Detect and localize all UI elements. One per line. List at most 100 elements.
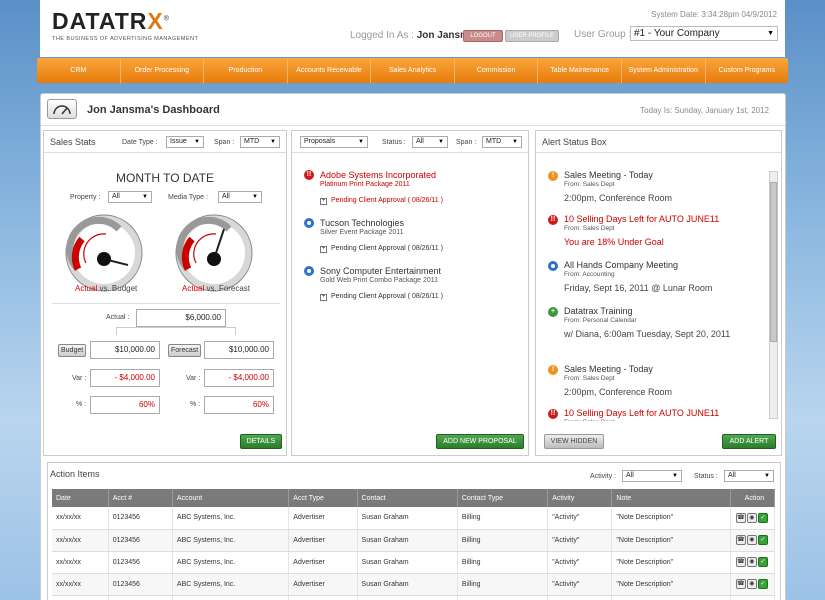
activity-select[interactable]: All ▼: [622, 470, 682, 482]
proposals-filter-select[interactable]: Proposals ▼: [300, 136, 368, 148]
details-button[interactable]: DETAILS: [240, 434, 282, 449]
chevron-down-icon: ▼: [438, 139, 444, 145]
table-row[interactable]: xx/xx/xx0123456ABC Systems, Inc.Advertis…: [52, 573, 776, 596]
span-select[interactable]: MTD ▼: [240, 136, 280, 148]
status-select[interactable]: All ▼: [412, 136, 448, 148]
action-items-panel: Action Items Activity : All ▼ Status : Al…: [47, 462, 781, 600]
phone-icon[interactable]: ☎: [735, 512, 746, 523]
table-cell: ABC Systems, Inc.: [172, 573, 290, 596]
budget-gauge: [65, 214, 143, 292]
alert-title[interactable]: 10 Selling Days Left for AUTO JUNE11: [564, 408, 719, 418]
forecast-field[interactable]: $10,000.00: [204, 341, 274, 359]
alert-title[interactable]: Datatrax Training: [564, 306, 633, 316]
table-row[interactable]: xx/xx/xx0123456ABC Systems, Inc.Advertis…: [52, 507, 776, 530]
nav-item-system-administration[interactable]: System Administration: [622, 58, 706, 83]
date-type-select[interactable]: Issue ▼: [166, 136, 204, 148]
alert-from: From: Accounting: [564, 271, 615, 278]
checkmark-icon[interactable]: ✓: [757, 535, 768, 545]
budget-button[interactable]: Budget: [58, 344, 87, 357]
table-row[interactable]: xx/xx/xx0123456ABC Systems, Inc.Advertis…: [52, 551, 776, 574]
table-cell: Billing: [457, 507, 549, 530]
alert-from: From: Personal Calendar: [564, 317, 637, 324]
checkmark-icon[interactable]: ✓: [757, 557, 768, 567]
expand-icon[interactable]: +: [320, 246, 327, 253]
alerts-scrollbar[interactable]: [769, 171, 778, 419]
status-select[interactable]: All ▼: [724, 470, 774, 482]
table-cell: ABC Systems, Inc.: [172, 507, 290, 530]
alert-title[interactable]: All Hands Company Meeting: [564, 260, 678, 270]
column-header-acct-[interactable]: Acct #: [108, 489, 173, 507]
user-group-select[interactable]: #1 - Your Company ▼: [630, 26, 778, 41]
var-budget-field[interactable]: - $4,000.00: [90, 369, 160, 387]
logo-text-left: DATATR: [52, 8, 148, 34]
alert-from: From: Sales Dept: [564, 419, 615, 421]
table-cell: xx/xx/xx: [52, 529, 109, 552]
nav-item-order-processing[interactable]: Order Processing: [121, 58, 205, 83]
proposal-company[interactable]: Tucson Technologies: [320, 218, 404, 228]
table-cell: Susan Graham: [357, 595, 458, 600]
column-header-action[interactable]: Action: [730, 489, 776, 507]
pct-forecast-field[interactable]: 60%: [204, 396, 274, 414]
user-profile-button[interactable]: USER PROFILE: [505, 30, 559, 42]
alert-title[interactable]: Sales Meeting - Today: [564, 364, 653, 374]
nav-item-production[interactable]: Production: [204, 58, 288, 83]
alert-title[interactable]: Sales Meeting - Today: [564, 170, 653, 180]
alert-from: From: Sales Dept: [564, 375, 615, 382]
pct-budget-field[interactable]: 60%: [90, 396, 160, 414]
var-forecast-field[interactable]: - $4,000.00: [204, 369, 274, 387]
proposal-package: Platinum Print Package 2011: [320, 181, 410, 188]
nav-item-crm[interactable]: CRM: [37, 58, 121, 83]
speedometer-icon[interactable]: [47, 99, 77, 119]
table-row[interactable]: xx/xx/xx0123456ABC Systems, Inc.Advertis…: [52, 529, 776, 552]
proposal-company[interactable]: Adobe Systems Incorporated: [320, 170, 436, 180]
column-header-activity[interactable]: Activity: [547, 489, 613, 507]
nav-item-accounts-receivable[interactable]: Accounts Receivable: [288, 58, 372, 83]
checkmark-icon[interactable]: ✓: [757, 512, 768, 523]
alert-title[interactable]: 10 Selling Days Left for AUTO JUNE11: [564, 214, 719, 224]
nav-item-commission[interactable]: Commission: [455, 58, 539, 83]
forecast-button[interactable]: Forecast: [168, 344, 202, 357]
table-row[interactable]: xx/xx/xx0123456ABC Systems, Inc.Advertis…: [52, 595, 776, 600]
chevron-down-icon: ▼: [767, 30, 774, 37]
table-cell: Billing: [457, 595, 549, 600]
proposal-company[interactable]: Sony Computer Entertainment: [320, 266, 441, 276]
nav-item-sales-analytics[interactable]: Sales Analytics: [371, 58, 455, 83]
actual-field[interactable]: $6,000.00: [136, 309, 226, 327]
column-header-account[interactable]: Account: [172, 489, 290, 507]
column-header-date[interactable]: Date: [52, 489, 109, 507]
proposal-package: Silver Event Package 2011: [320, 229, 404, 236]
column-header-contact[interactable]: Contact: [357, 489, 458, 507]
table-cell: ABC Systems, Inc.: [172, 595, 290, 600]
nav-item-custom-programs[interactable]: Custom Programs: [706, 58, 789, 83]
phone-icon[interactable]: ☎: [735, 557, 746, 567]
span-select[interactable]: MTD ▼: [482, 136, 522, 148]
logo-tagline: THE BUSINESS OF ADVERTISING MANAGEMENT: [52, 36, 199, 42]
expand-icon[interactable]: +: [320, 294, 327, 301]
add-new-proposal-button[interactable]: ADD NEW PROPOSAL: [436, 434, 524, 449]
view-icon[interactable]: ◉: [746, 579, 757, 589]
expand-icon[interactable]: +: [320, 198, 327, 205]
phone-icon[interactable]: ☎: [735, 579, 746, 589]
budget-field[interactable]: $10,000.00: [90, 341, 160, 359]
view-icon[interactable]: ◉: [746, 512, 757, 523]
add-alert-button[interactable]: ADD ALERT: [722, 434, 776, 449]
column-header-note[interactable]: Note: [611, 489, 731, 507]
property-select[interactable]: All ▼: [108, 191, 152, 203]
pct-label-2: % :: [190, 401, 201, 408]
scrollbar-thumb[interactable]: [770, 182, 777, 342]
media-type-select[interactable]: All ▼: [218, 191, 262, 203]
column-header-contact-type[interactable]: Contact Type: [457, 489, 549, 507]
view-hidden-button[interactable]: VIEW HIDDEN: [544, 434, 604, 449]
phone-icon[interactable]: ☎: [735, 535, 746, 545]
span-label: Span :: [456, 139, 477, 146]
view-icon[interactable]: ◉: [746, 535, 757, 545]
main-nav: CRM Order Processing Production Accounts Re…: [37, 58, 788, 83]
column-header-acct-type[interactable]: Acct Type: [288, 489, 358, 507]
logout-button[interactable]: LOGOUT: [463, 30, 503, 42]
logged-in-label: Logged In As : Jon Jansma: [350, 30, 475, 41]
chevron-down-icon: ▼: [270, 139, 276, 145]
nav-item-table-maintenance[interactable]: Table Maintenance: [538, 58, 622, 83]
sales-stats-panel: Sales Stats Date Type : Issue ▼ Span : MT…: [43, 130, 287, 456]
checkmark-icon[interactable]: ✓: [757, 579, 768, 589]
view-icon[interactable]: ◉: [746, 557, 757, 567]
